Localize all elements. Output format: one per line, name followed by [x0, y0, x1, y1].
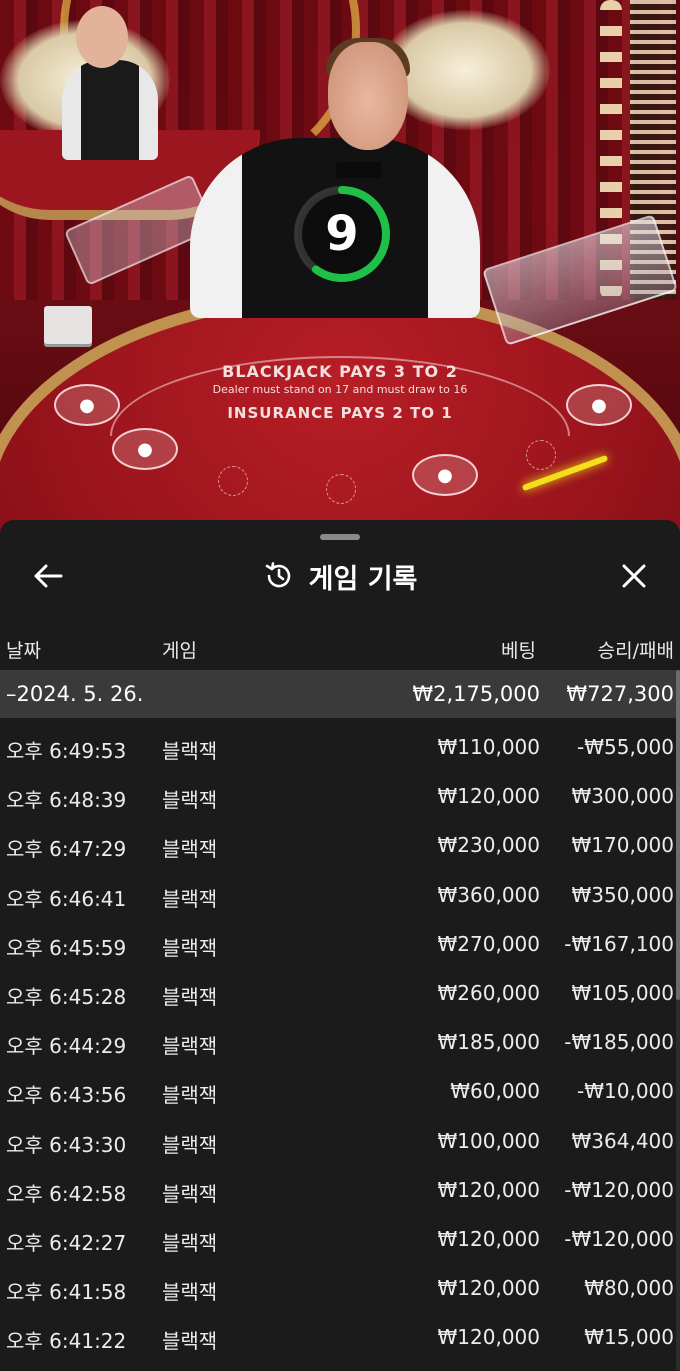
- row-bet: ₩120,000: [437, 1325, 540, 1350]
- row-game: 블랙잭: [162, 1329, 218, 1354]
- row-bet: ₩270,000: [437, 931, 540, 956]
- row-result: -₩55,000: [577, 735, 674, 759]
- row-bet: ₩120,000: [437, 784, 540, 809]
- date-group-row[interactable]: –2024. 5. 26. ₩2,175,000 ₩727,300: [0, 670, 676, 718]
- row-result: ₩300,000: [571, 784, 674, 809]
- sheet-header: 게임 기록: [0, 548, 680, 604]
- row-bet: ₩185,000: [437, 1030, 540, 1055]
- history-row[interactable]: 오후 6:42:58 블랙잭 ₩120,000 -₩120,000: [0, 1165, 680, 1214]
- history-row[interactable]: 오후 6:41:22 블랙잭 ₩120,000 ₩15,000: [0, 1312, 680, 1361]
- row-bet: ₩230,000: [437, 833, 540, 858]
- card-deck: [44, 306, 92, 344]
- row-game: 블랙잭: [162, 739, 218, 763]
- history-row[interactable]: 오후 6:42:27 블랙잭 ₩120,000 -₩120,000: [0, 1214, 680, 1263]
- row-time: 오후 6:47:29: [6, 837, 127, 862]
- sheet-title-group: 게임 기록: [0, 554, 680, 598]
- row-game: 블랙잭: [162, 837, 218, 862]
- side-bet-spot[interactable]: [326, 474, 356, 504]
- live-video-stage: BLACKJACK PAYS 3 TO 2 Dealer must stand …: [0, 0, 680, 540]
- history-row[interactable]: 오후 6:48:39 블랙잭 ₩120,000 ₩300,000: [0, 771, 680, 820]
- column-bet: 베팅: [501, 640, 536, 662]
- row-game: 블랙잭: [162, 1280, 218, 1305]
- row-time: 오후 6:45:28: [6, 984, 127, 1009]
- row-result: ₩15,000: [584, 1325, 674, 1350]
- row-game: 블랙잭: [162, 1181, 218, 1206]
- game-history-sheet: 게임 기록 날짜 게임 베팅 승리/패배 –2024. 5. 26. ₩2,17…: [0, 520, 680, 1371]
- row-bet: ₩120,000: [437, 1226, 540, 1251]
- row-bet: ₩110,000: [437, 735, 540, 759]
- column-date: 날짜: [6, 640, 41, 662]
- row-time: 오후 6:46:41: [6, 886, 127, 911]
- row-result: -₩120,000: [564, 1226, 674, 1251]
- row-bet: ₩360,000: [437, 882, 540, 907]
- row-time: 오후 6:42:58: [6, 1181, 127, 1206]
- row-result: -₩167,100: [564, 931, 674, 956]
- history-row[interactable]: 오후 6:45:59 블랙잭 ₩270,000 -₩167,100: [0, 919, 680, 968]
- history-row[interactable]: 오후 6:41:58 블랙잭 ₩120,000 ₩80,000: [0, 1263, 680, 1312]
- row-time: 오후 6:42:27: [6, 1230, 127, 1255]
- group-date: –2024. 5. 26.: [6, 682, 144, 706]
- row-game: 블랙잭: [162, 788, 218, 813]
- row-game: 블랙잭: [162, 1230, 218, 1255]
- history-row[interactable]: 오후 6:44:29 블랙잭 ₩185,000 -₩185,000: [0, 1017, 680, 1066]
- row-result: ₩170,000: [571, 833, 674, 858]
- betting-timer-value: 9: [325, 206, 359, 262]
- row-result: -₩185,000: [564, 1030, 674, 1055]
- row-result: ₩350,000: [571, 882, 674, 907]
- background-dealer-head: [76, 6, 128, 68]
- history-row[interactable]: 오후 6:45:28 블랙잭 ₩260,000 ₩105,000: [0, 968, 680, 1017]
- sheet-title: 게임 기록: [308, 563, 418, 595]
- table-header: 날짜 게임 베팅 승리/패배: [0, 626, 680, 670]
- row-bet: ₩120,000: [437, 1177, 540, 1202]
- row-bet: ₩260,000: [437, 980, 540, 1005]
- seat-icon[interactable]: ●: [412, 454, 478, 496]
- column-game: 게임: [162, 640, 197, 662]
- row-result: ₩80,000: [584, 1276, 674, 1301]
- row-time: 오후 6:45:59: [6, 935, 127, 960]
- row-bet: ₩60,000: [450, 1079, 540, 1104]
- history-list: 오후 6:49:53 블랙잭 ₩110,000 -₩55,000 오후 6:48:39 블…: [0, 722, 680, 1361]
- row-game: 블랙잭: [162, 1034, 218, 1059]
- history-row[interactable]: 오후 6:49:53 블랙잭 ₩110,000 -₩55,000: [0, 722, 680, 771]
- background-dealer: [62, 60, 158, 160]
- column-result: 승리/패배: [597, 640, 674, 662]
- row-game: 블랙잭: [162, 886, 218, 911]
- row-time: 오후 6:49:53: [6, 739, 127, 763]
- row-game: 블랙잭: [162, 984, 218, 1009]
- seat-icon[interactable]: ●: [566, 384, 632, 426]
- history-row[interactable]: 오후 6:47:29 블랙잭 ₩230,000 ₩170,000: [0, 820, 680, 869]
- row-result: -₩10,000: [577, 1079, 674, 1104]
- row-game: 블랙잭: [162, 935, 218, 960]
- row-result: ₩364,400: [571, 1128, 674, 1153]
- drag-handle[interactable]: [320, 534, 360, 540]
- row-game: 블랙잭: [162, 1132, 218, 1157]
- row-game: 블랙잭: [162, 1083, 218, 1108]
- group-total-result: ₩727,300: [566, 682, 674, 706]
- side-bet-spot[interactable]: [218, 466, 248, 496]
- row-time: 오후 6:41:58: [6, 1280, 127, 1305]
- history-row[interactable]: 오후 6:43:30 블랙잭 ₩100,000 ₩364,400: [0, 1116, 680, 1165]
- row-result: -₩120,000: [564, 1177, 674, 1202]
- history-row[interactable]: 오후 6:46:41 블랙잭 ₩360,000 ₩350,000: [0, 870, 680, 919]
- row-time: 오후 6:43:56: [6, 1083, 127, 1108]
- history-icon: [265, 562, 290, 588]
- row-result: ₩105,000: [571, 980, 674, 1005]
- row-bet: ₩120,000: [437, 1276, 540, 1301]
- group-total-bet: ₩2,175,000: [412, 682, 540, 706]
- row-time: 오후 6:43:30: [6, 1132, 127, 1157]
- row-time: 오후 6:44:29: [6, 1034, 127, 1059]
- close-icon: [622, 564, 646, 588]
- row-bet: ₩100,000: [437, 1128, 540, 1153]
- side-bet-spot[interactable]: [526, 440, 556, 470]
- row-time: 오후 6:41:22: [6, 1329, 127, 1354]
- seat-icon[interactable]: ●: [54, 384, 120, 426]
- close-button[interactable]: [610, 554, 658, 598]
- dealer-bowtie: [336, 162, 382, 178]
- history-row[interactable]: 오후 6:43:56 블랙잭 ₩60,000 -₩10,000: [0, 1066, 680, 1115]
- table-text-blackjack-pays: BLACKJACK PAYS 3 TO 2: [222, 362, 458, 381]
- dealer-head: [328, 42, 408, 150]
- row-time: 오후 6:48:39: [6, 788, 127, 813]
- scrollbar-thumb[interactable]: [676, 670, 680, 1000]
- seat-icon[interactable]: ●: [112, 428, 178, 470]
